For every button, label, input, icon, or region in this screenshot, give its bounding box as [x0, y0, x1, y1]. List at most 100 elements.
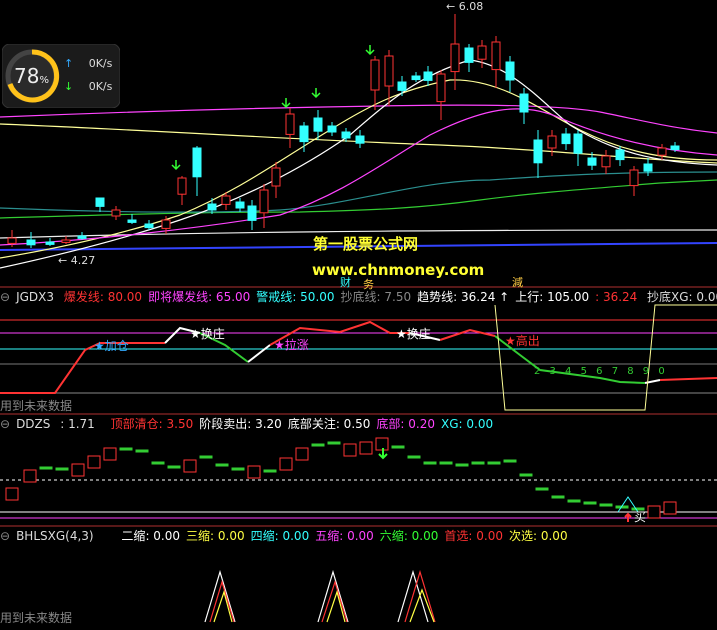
bhls-header: ⊖ BHLSXG(4,3) 二缩: 0.00 三缩: 0.00 四缩: 0.00 五缩:… — [0, 528, 580, 544]
candle-body — [384, 55, 394, 87]
ddzs-step — [551, 495, 565, 499]
ddzs-step — [423, 461, 437, 465]
candle-body — [271, 167, 281, 187]
ddzs-step — [599, 503, 613, 507]
jgdx-value: : 36.24 — [595, 290, 638, 304]
panel-collapse-icon[interactable]: ⊖ — [0, 529, 10, 543]
candle-body — [247, 205, 257, 221]
panel-collapse-icon[interactable]: ⊖ — [0, 417, 10, 431]
high-price-label: ← 6.08 — [446, 0, 484, 13]
jgdx-label: 趋势线 — [417, 290, 454, 304]
jgdx-label: 警戒线 — [256, 290, 293, 304]
jgdx-item: 上行: 105.00 — [515, 290, 589, 304]
candle-body — [259, 189, 269, 214]
candle-body — [573, 133, 583, 154]
candle-body — [221, 195, 231, 205]
candle-body — [161, 219, 171, 229]
candle-body — [341, 131, 351, 139]
candle-body — [601, 155, 611, 168]
ddzs-item: XG: 0.00 — [441, 417, 493, 431]
ddzs-step — [439, 461, 453, 465]
jgdx-xg-value: 抄底XG: 0.00 — [647, 290, 717, 304]
ddzs-step — [471, 461, 485, 465]
candle-body — [615, 149, 625, 161]
ddzs-step — [311, 443, 325, 447]
ddzs-item: 底部: 0.20 — [376, 417, 435, 431]
bhls-item: 五缩: 0.00 — [315, 529, 374, 543]
panel-collapse-icon[interactable]: ⊖ — [0, 290, 10, 304]
download-arrow-icon: ↓ — [64, 80, 74, 93]
candle-body — [533, 139, 543, 164]
ddzs-values: 顶部清仓: 3.50 阶段卖出: 3.20 底部关注: 0.50 底部: 0.20 XG… — [111, 417, 499, 431]
ddzs-value: : 3.50 — [158, 417, 194, 431]
ddzs-step — [55, 467, 69, 471]
jgdx-scale-digits: 2 3 4 5 6 7 8 9 0 — [534, 366, 668, 377]
jgdx-value: : 105.00 — [539, 290, 590, 304]
candle-body — [657, 147, 667, 156]
ddzs-step — [151, 461, 165, 465]
bhls-label: 三缩 — [186, 529, 211, 543]
cpu-percent: 78 — [14, 64, 40, 88]
bhls-spikes — [204, 569, 436, 623]
bhls-label: 五缩 — [315, 529, 340, 543]
ddzs-step — [455, 463, 469, 467]
bhls-label: 六缩 — [379, 529, 404, 543]
bhls-value: : 0.00 — [210, 529, 245, 543]
ddzs-item: 顶部清仓: 3.50 — [111, 417, 194, 431]
ddzs-levels — [0, 479, 717, 519]
ddzs-step — [567, 499, 581, 503]
jgdx-value: : 50.00 — [292, 290, 335, 304]
bhls-label: 四缩 — [250, 529, 275, 543]
jgdx-label: 爆发线 — [63, 290, 100, 304]
upload-arrow-icon: ↑ — [64, 57, 74, 70]
jgdx-footnote: 用到未来数据 — [0, 399, 73, 413]
candle-body — [177, 177, 187, 195]
download-speed: 0K/s — [88, 80, 113, 93]
ddzs-step — [519, 473, 533, 477]
bhls-item: 二缩: 0.00 — [121, 529, 180, 543]
ddzs-step — [183, 459, 197, 473]
candle-body — [127, 219, 137, 223]
ddzs-item: 底部关注: 0.50 — [288, 417, 371, 431]
ddzs-header: ⊖ DDZS : 1.71 顶部清仓: 3.50 阶段卖出: 3.20 底部关注: 0… — [0, 416, 505, 432]
jgdx-levels — [0, 319, 717, 394]
ddzs-value: : 0.50 — [335, 417, 371, 431]
jgdx-value: : 80.00 — [99, 290, 143, 304]
jgdx-item: : 36.24 — [595, 290, 637, 304]
candle-body — [436, 73, 446, 103]
ddzs-label: 底部关注 — [287, 417, 336, 431]
candle-body — [411, 75, 421, 81]
ddzs-step — [503, 459, 517, 463]
ddzs-value: : 0.00 — [458, 417, 494, 431]
ddzs-step — [535, 487, 549, 491]
ddzs-step — [487, 461, 501, 465]
ddzs-step — [135, 449, 149, 453]
candle-body — [547, 135, 557, 149]
jgdx-value: : 65.00 — [208, 290, 251, 304]
candle-body — [643, 163, 653, 172]
candle-body — [61, 239, 71, 243]
ddzs-step — [583, 501, 597, 505]
watermark-title: 第一股票公式网 — [313, 235, 419, 253]
ddzs-title: DDZS — [16, 417, 51, 431]
candle-body — [313, 117, 323, 132]
jgdx-trend-line — [0, 304, 717, 411]
candle-body — [477, 45, 487, 60]
ddzs-step — [343, 443, 357, 457]
candle-body — [519, 93, 529, 113]
ddzs-step — [5, 487, 19, 501]
ddzs-label: 底部 — [376, 417, 401, 431]
annotation-lazhang: ★拉涨 — [274, 338, 309, 352]
candle-body — [587, 157, 597, 166]
candle-body — [299, 125, 309, 143]
bhls-item: 六缩: 0.00 — [380, 529, 439, 543]
network-monitor-widget[interactable]: 78% ↑ 0K/s ↓ 0K/s — [2, 44, 120, 108]
buy-label: 买 — [634, 510, 647, 524]
jgdx-item: 抄底线: 7.50 — [341, 290, 412, 304]
ddzs-step — [119, 447, 133, 451]
ddzs-value: : 0.20 — [400, 417, 435, 431]
ddzs-step — [71, 463, 85, 477]
candle-body — [95, 197, 105, 207]
candle-body — [77, 235, 87, 239]
jgdx-item: 趋势线: 36.24 ↑ — [417, 290, 509, 304]
